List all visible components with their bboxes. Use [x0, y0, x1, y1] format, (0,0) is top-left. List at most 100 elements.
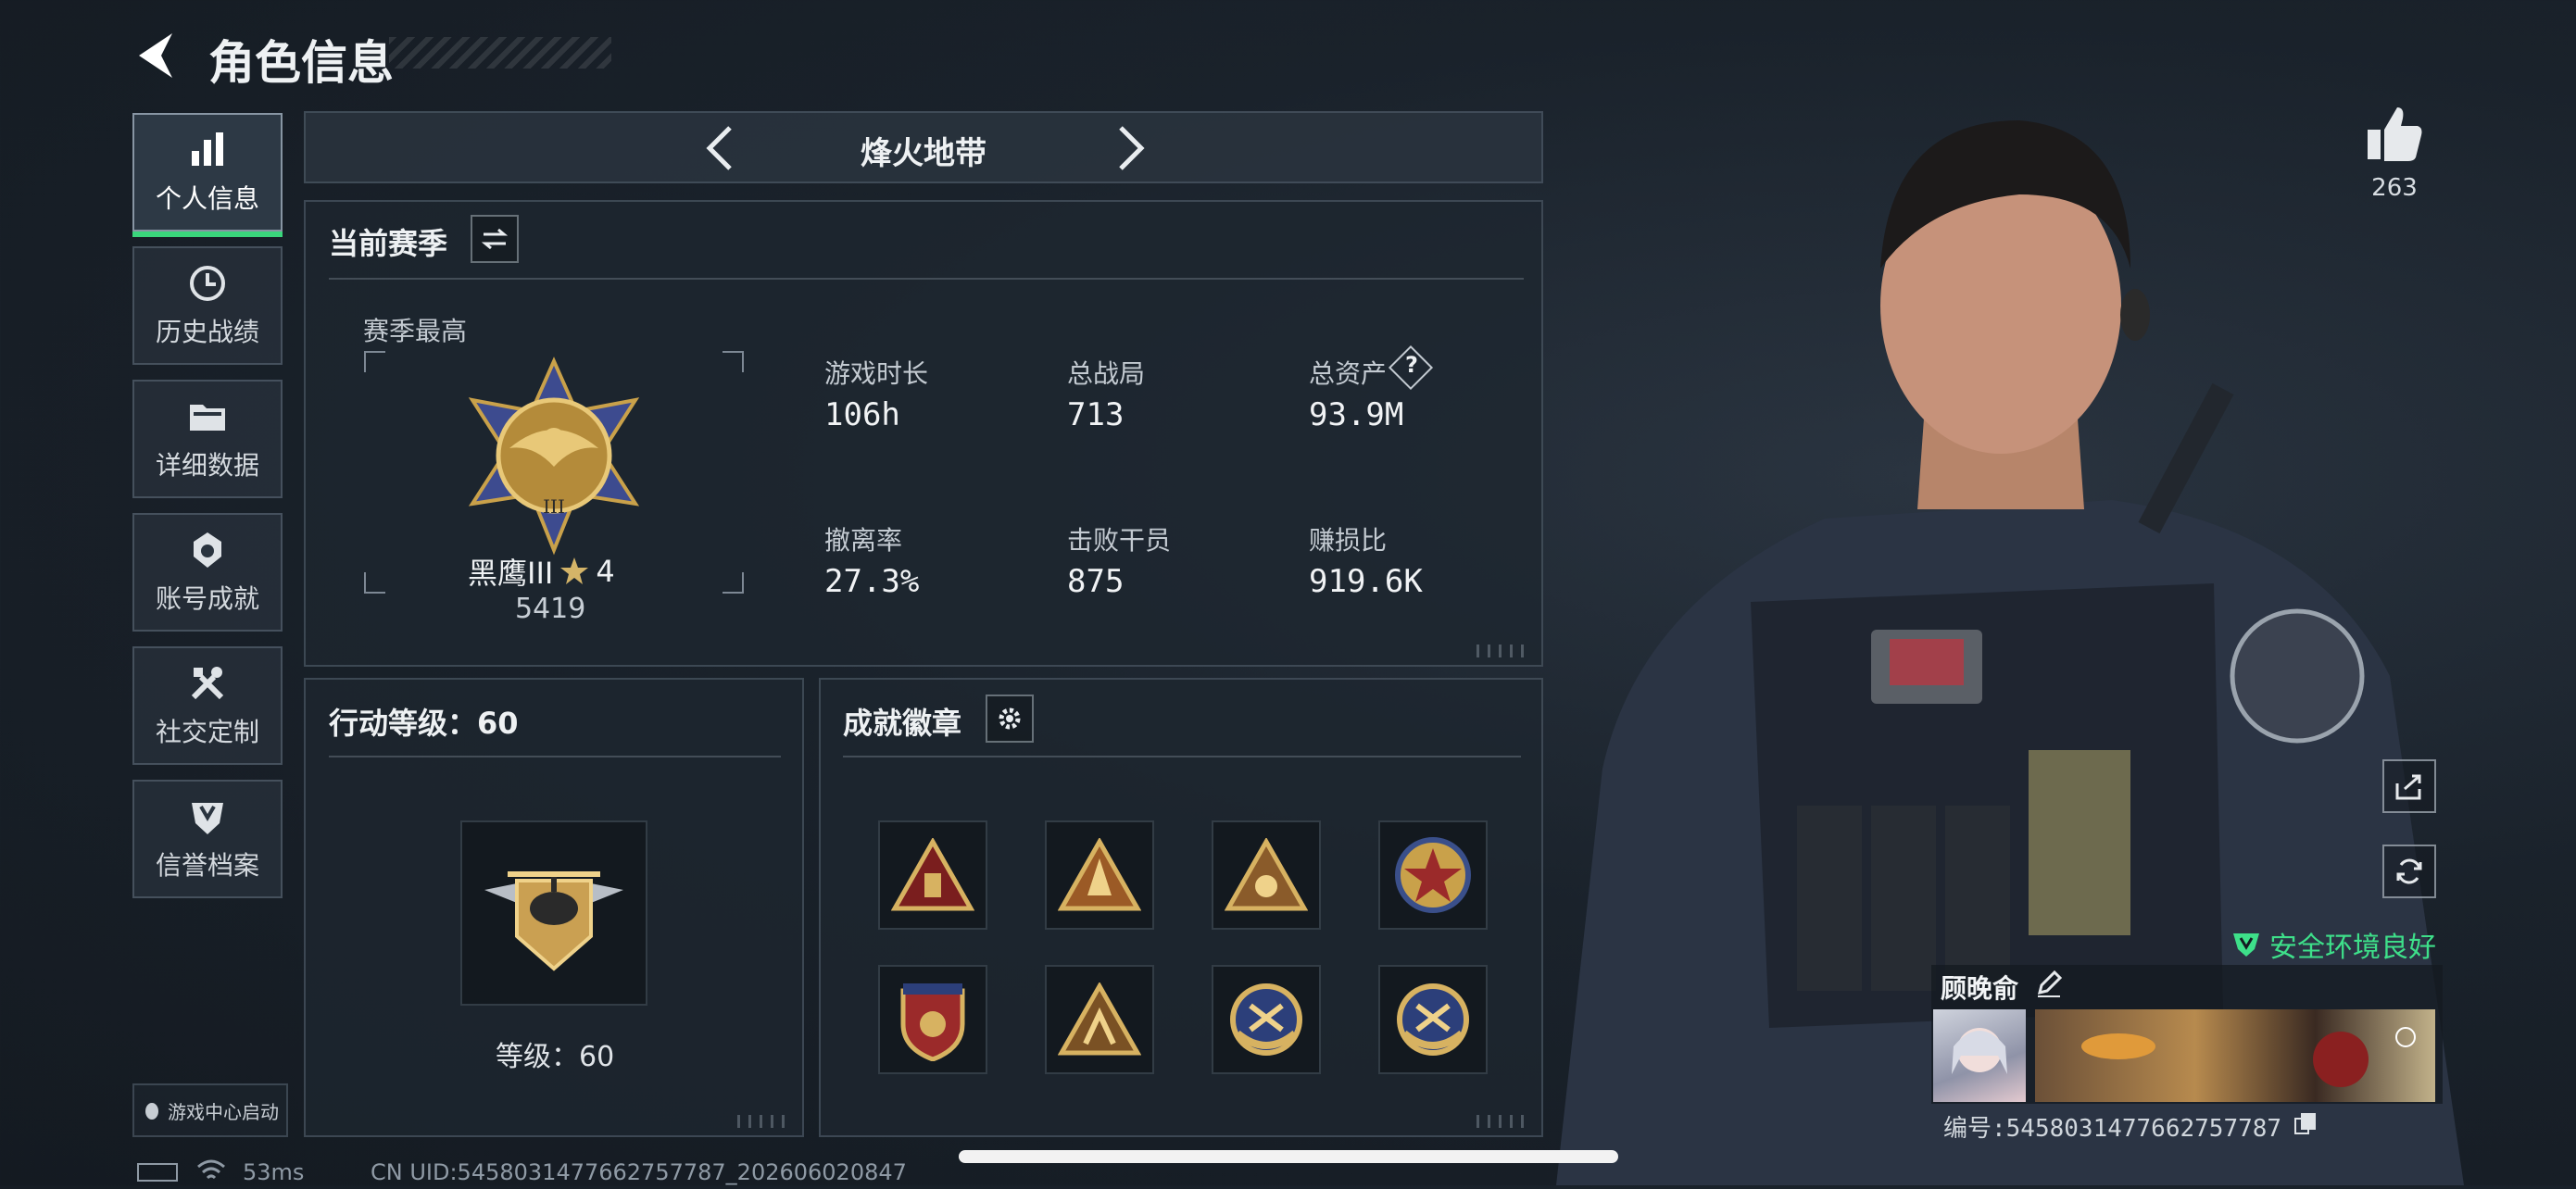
- rank-score: 5419: [515, 593, 586, 625]
- rank-line: 黑鹰III 4: [468, 550, 615, 593]
- sidebar-item-label: 个人信息: [155, 183, 259, 214]
- sidebar-item-achievements[interactable]: 账号成就: [132, 513, 283, 632]
- next-mode-button[interactable]: [1102, 120, 1158, 176]
- back-button[interactable]: [130, 28, 185, 83]
- copy-id-button[interactable]: [2293, 1111, 2318, 1139]
- divider: [329, 278, 1524, 280]
- achievement-badge[interactable]: [1045, 820, 1154, 930]
- switch-season-button[interactable]: [471, 215, 519, 263]
- folder-icon: [190, 405, 225, 431]
- triangle-badge-icon: [1058, 982, 1141, 1056]
- achievement-badge[interactable]: [1212, 965, 1321, 1074]
- shield-stars-badge-icon: [900, 983, 965, 1061]
- stat-label: 总战局: [1067, 358, 1146, 389]
- round-wings-badge-icon: [1397, 983, 1469, 1056]
- swap-icon: [481, 228, 509, 250]
- wifi-icon: [195, 1158, 228, 1187]
- refresh-icon: [2396, 858, 2422, 884]
- back-arrow-icon: [139, 33, 172, 78]
- stat-label: 击败干员: [1067, 525, 1172, 556]
- achievement-badge[interactable]: [1378, 820, 1488, 930]
- divider: [329, 756, 781, 757]
- share-icon: [2395, 774, 2421, 800]
- player-id: 编号:5458031477662757787: [1943, 1115, 2282, 1143]
- triangle-badge-icon: [891, 838, 974, 911]
- bar-chart-icon: [192, 132, 223, 166]
- achievement-badge[interactable]: [1378, 965, 1488, 1074]
- level-emblem: [460, 820, 647, 1006]
- medal-icon: [194, 532, 221, 568]
- level-text: 等级：60: [496, 1041, 615, 1073]
- player-banner[interactable]: [2035, 1009, 2435, 1102]
- shield-check-icon: [2233, 933, 2259, 957]
- stat-value: 27.3%: [824, 563, 920, 600]
- stat-value: 875: [1067, 563, 1125, 600]
- edit-name-button[interactable]: [2034, 969, 2064, 1002]
- round-wings-badge-icon: [1230, 983, 1302, 1056]
- like-button[interactable]: [2362, 102, 2427, 167]
- rank-name: 黑鹰III: [468, 556, 554, 591]
- page-title: 角色信息: [208, 36, 394, 90]
- stat-label: 总资产: [1309, 358, 1388, 389]
- security-status: 安全环境良好: [2230, 924, 2436, 965]
- sidebar-item-label: 详细数据: [155, 450, 259, 481]
- divider: [843, 756, 1521, 757]
- shield-icon: [192, 803, 223, 834]
- achievement-badge[interactable]: [878, 820, 987, 930]
- penguin-icon: [145, 1103, 158, 1120]
- mode-name: 烽火地带: [861, 135, 986, 172]
- wifi-signal-icon: [197, 1159, 225, 1180]
- rank-stars: 4: [596, 554, 615, 589]
- action-level-title: 行动等级：60: [329, 706, 519, 741]
- stat-value: 713: [1067, 396, 1125, 433]
- banner-image: [2081, 1027, 2416, 1087]
- title-decoration: [389, 37, 611, 69]
- sidebar-item-history[interactable]: 历史战绩: [132, 246, 283, 365]
- stat-label: 赚损比: [1309, 525, 1388, 556]
- achievement-badge[interactable]: [878, 965, 987, 1074]
- like-count: 263: [2371, 174, 2418, 202]
- star-icon: [560, 557, 589, 584]
- security-status-text: 安全环境良好: [2269, 932, 2436, 964]
- achievements-title: 成就徽章: [843, 706, 962, 741]
- home-indicator[interactable]: [959, 1150, 1618, 1163]
- sidebar-item-details[interactable]: 详细数据: [132, 380, 283, 498]
- sidebar-item-label: 账号成就: [155, 583, 259, 614]
- share-button[interactable]: [2382, 759, 2436, 813]
- avatar-image: [1952, 1028, 2007, 1074]
- sidebar-item-social[interactable]: 社交定制: [132, 646, 283, 765]
- sidebar-item-profile[interactable]: 个人信息: [132, 113, 283, 237]
- gear-icon: [999, 707, 1021, 730]
- achievement-badge[interactable]: [1045, 965, 1154, 1074]
- badge-settings-button[interactable]: [986, 695, 1034, 743]
- game-center-launch-button[interactable]: 游戏中心启动: [132, 1083, 288, 1137]
- uid-text: CN UID:5458031477662757787_202606020847: [371, 1159, 907, 1185]
- stat-value: 919.6K: [1309, 563, 1423, 600]
- season-title: 当前赛季: [329, 226, 448, 261]
- tools-icon: [191, 667, 224, 700]
- sidebar-item-reputation[interactable]: 信誉档案: [132, 780, 283, 898]
- thumbs-up-icon: [2368, 107, 2422, 161]
- season-best-label: 赛季最高: [363, 316, 468, 346]
- stat-value: 93.9M: [1309, 396, 1404, 433]
- helicopter-emblem-icon: [484, 871, 623, 971]
- star-round-badge-icon: [1395, 837, 1471, 913]
- player-name: 顾晚俞: [1941, 973, 2019, 1004]
- svg-text:III: III: [543, 495, 565, 518]
- chevron-right-icon: [1119, 126, 1145, 170]
- player-avatar[interactable]: [1933, 1009, 2026, 1102]
- achievement-badge[interactable]: [1212, 820, 1321, 930]
- help-icon: ?: [1405, 352, 1418, 378]
- sidebar-item-label: 信誉档案: [155, 850, 259, 881]
- sidebar-item-label: 历史战绩: [155, 317, 259, 347]
- mode-selector: 烽火地带: [304, 111, 1543, 183]
- triangle-badge-icon: [1225, 838, 1308, 911]
- sidebar-item-label: 社交定制: [155, 717, 259, 747]
- rotate-button[interactable]: [2382, 845, 2436, 898]
- stat-label: 游戏时长: [824, 358, 929, 389]
- eagle-rank-icon: III: [468, 357, 640, 556]
- copy-icon: [2294, 1113, 2316, 1134]
- battery-icon: [137, 1163, 178, 1182]
- corner-decoration: [737, 1115, 793, 1128]
- pencil-icon: [2037, 970, 2063, 997]
